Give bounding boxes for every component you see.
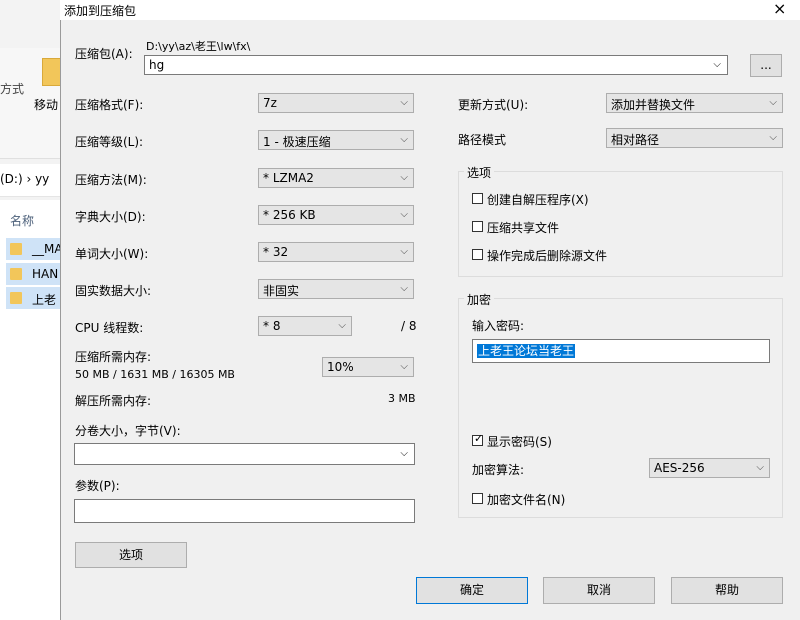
chevron-down-icon: ⌵ [400, 283, 408, 294]
level-select[interactable]: 1 - 极速压缩 ⌵ [258, 130, 414, 150]
path-value: 相对路径 [611, 133, 660, 147]
show-password-checkbox[interactable]: ✓ [472, 432, 484, 446]
decomp-value: 3 MB [388, 392, 416, 405]
word-label: 单词大小(W): [75, 247, 149, 261]
password-value: 上老王论坛当老王 [477, 344, 576, 358]
update-label: 更新方式(U): [458, 98, 529, 112]
chevron-down-icon: ⌵ [400, 97, 408, 108]
chevron-down-icon: ⌵ [338, 320, 346, 331]
file-name[interactable]: HAN [32, 267, 58, 281]
split-combo[interactable]: ⌵ [74, 443, 415, 465]
archive-name-combo[interactable]: hg ⌵ [144, 55, 728, 75]
options-group-title: 选项 [464, 164, 495, 181]
delete-label[interactable]: 操作完成后删除源文件 [487, 247, 607, 264]
chevron-down-icon: ⌵ [769, 97, 777, 108]
sfx-checkbox[interactable] [472, 193, 483, 204]
chevron-down-icon: ⌵ [400, 361, 408, 372]
show-password-label[interactable]: 显示密码(S) [487, 433, 552, 450]
mem-percent-select[interactable]: 10% ⌵ [322, 357, 414, 377]
folder-icon [10, 268, 22, 280]
decomp-label: 解压所需内存: [75, 394, 152, 408]
chevron-down-icon: ⌵ [400, 172, 408, 183]
archive-path: D:\yy\az\老王\lw\fx\ [146, 40, 251, 53]
dialog-title: 添加到压缩包 [64, 4, 137, 18]
encrypt-names-checkbox[interactable] [472, 493, 483, 504]
mem-detail: 50 MB / 1631 MB / 16305 MB [75, 368, 235, 381]
update-select[interactable]: 添加并替换文件 ⌵ [606, 93, 783, 113]
threads-select[interactable]: * 8 ⌵ [258, 316, 352, 336]
format-label: 压缩格式(F): [75, 98, 144, 112]
method-value: * LZMA2 [263, 171, 314, 185]
shared-checkbox[interactable] [472, 221, 483, 232]
format-select[interactable]: 7z ⌵ [258, 93, 414, 113]
chevron-down-icon: ⌵ [769, 132, 777, 143]
params-input[interactable] [74, 499, 415, 523]
mem-percent-value: 10% [327, 360, 354, 374]
archive-label: 压缩包(A): [75, 47, 133, 61]
dict-value: * 256 KB [263, 208, 316, 222]
word-select[interactable]: * 32 ⌵ [258, 242, 414, 262]
path-label: 路径模式 [458, 133, 507, 147]
browse-button[interactable]: ... [750, 54, 782, 77]
solid-label: 固实数据大小: [75, 284, 152, 298]
encrypt-method-label: 加密算法: [472, 463, 525, 477]
password-label: 输入密码: [472, 319, 525, 333]
folder-icon [10, 292, 22, 304]
format-value: 7z [263, 96, 277, 110]
method-label: 压缩方法(M): [75, 173, 147, 187]
column-name[interactable]: 名称 [10, 212, 34, 229]
options-button[interactable]: 选项 [75, 542, 187, 568]
folder-icon [10, 243, 22, 255]
file-name[interactable]: 上老 [32, 291, 56, 308]
encrypt-group-title: 加密 [464, 291, 495, 308]
solid-value: 非固实 [263, 284, 300, 298]
level-label: 压缩等级(L): [75, 135, 144, 149]
threads-label: CPU 线程数: [75, 321, 144, 335]
move-label[interactable]: 移动 [34, 96, 58, 113]
encrypt-names-label[interactable]: 加密文件名(N) [487, 491, 565, 508]
level-value: 1 - 极速压缩 [263, 135, 331, 149]
mem-label: 压缩所需内存: [75, 350, 152, 364]
threads-value: * 8 [263, 319, 281, 333]
method-select[interactable]: * LZMA2 ⌵ [258, 168, 414, 188]
delete-checkbox[interactable] [472, 249, 483, 260]
chevron-down-icon[interactable]: ⌵ [400, 448, 408, 459]
help-button[interactable]: 帮助 [671, 577, 783, 604]
check-icon: ✓ [474, 432, 484, 445]
word-value: * 32 [263, 245, 289, 259]
shared-label[interactable]: 压缩共享文件 [487, 219, 559, 236]
dict-select[interactable]: * 256 KB ⌵ [258, 205, 414, 225]
dict-label: 字典大小(D): [75, 210, 146, 224]
title-bar [60, 0, 800, 20]
folder-icon[interactable] [42, 58, 62, 86]
chevron-down-icon: ⌵ [756, 462, 764, 473]
chevron-down-icon: ⌵ [400, 246, 408, 257]
encrypt-method-select[interactable]: AES-256 ⌵ [649, 458, 770, 478]
update-value: 添加并替换文件 [611, 98, 696, 112]
chevron-down-icon: ⌵ [400, 134, 408, 145]
threads-total: / 8 [401, 319, 417, 333]
split-label: 分卷大小，字节(V): [75, 424, 181, 438]
chevron-down-icon[interactable]: ⌵ [713, 59, 721, 70]
cancel-button[interactable]: 取消 [543, 577, 655, 604]
file-name[interactable]: __MA [32, 242, 63, 256]
address-text[interactable]: (D:) › yy [0, 172, 49, 186]
archive-name-value: hg [149, 58, 165, 72]
password-input[interactable]: 上老王论坛当老王 [472, 339, 770, 363]
sfx-label[interactable]: 创建自解压程序(X) [487, 191, 589, 208]
encrypt-method-value: AES-256 [654, 461, 705, 475]
close-icon[interactable]: × [773, 0, 786, 18]
ribbon-text: 方式 [0, 82, 25, 96]
chevron-down-icon: ⌵ [400, 209, 408, 220]
solid-select[interactable]: 非固实 ⌵ [258, 279, 414, 299]
params-label: 参数(P): [75, 479, 120, 493]
ok-button[interactable]: 确定 [416, 577, 528, 604]
path-select[interactable]: 相对路径 ⌵ [606, 128, 783, 148]
